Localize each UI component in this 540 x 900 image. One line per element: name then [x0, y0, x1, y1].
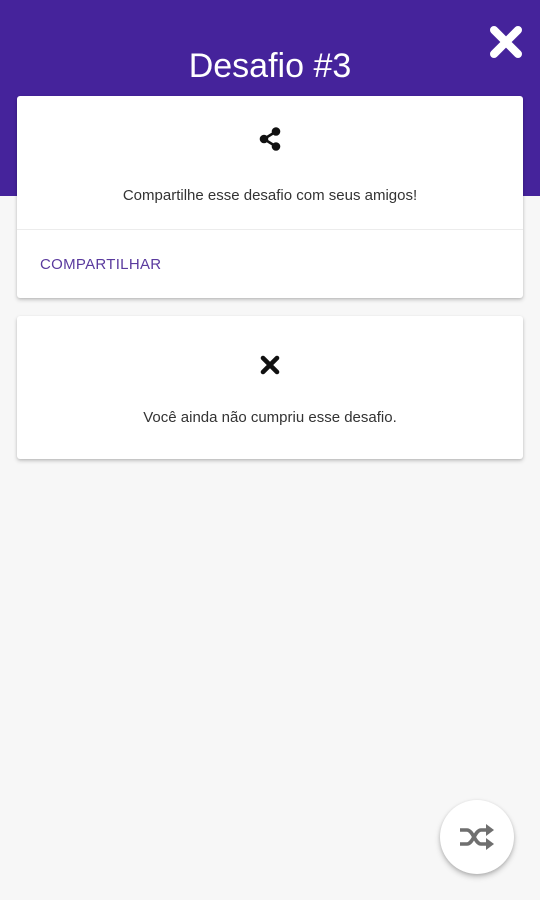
status-card: Você ainda não cumpriu esse desafio.	[17, 316, 523, 459]
x-icon-wrap	[17, 354, 523, 376]
shuffle-button[interactable]	[440, 800, 514, 874]
share-card: Compartilhe esse desafio com seus amigos…	[17, 96, 523, 298]
status-message: Você ainda não cumpriu esse desafio.	[143, 409, 397, 426]
share-button[interactable]: COMPARTILHAR	[40, 255, 161, 275]
close-button[interactable]	[486, 22, 526, 62]
share-icon	[259, 127, 281, 151]
x-icon	[260, 355, 280, 375]
card-divider	[17, 229, 523, 230]
share-icon-wrap	[17, 126, 523, 152]
close-icon	[490, 26, 522, 58]
challenge-screen: Desafio #3 Compartilhe esse desafio com …	[0, 0, 540, 900]
shuffle-icon	[460, 824, 494, 850]
share-message: Compartilhe esse desafio com seus amigos…	[122, 187, 418, 204]
page-title: Desafio #3	[188, 47, 352, 85]
